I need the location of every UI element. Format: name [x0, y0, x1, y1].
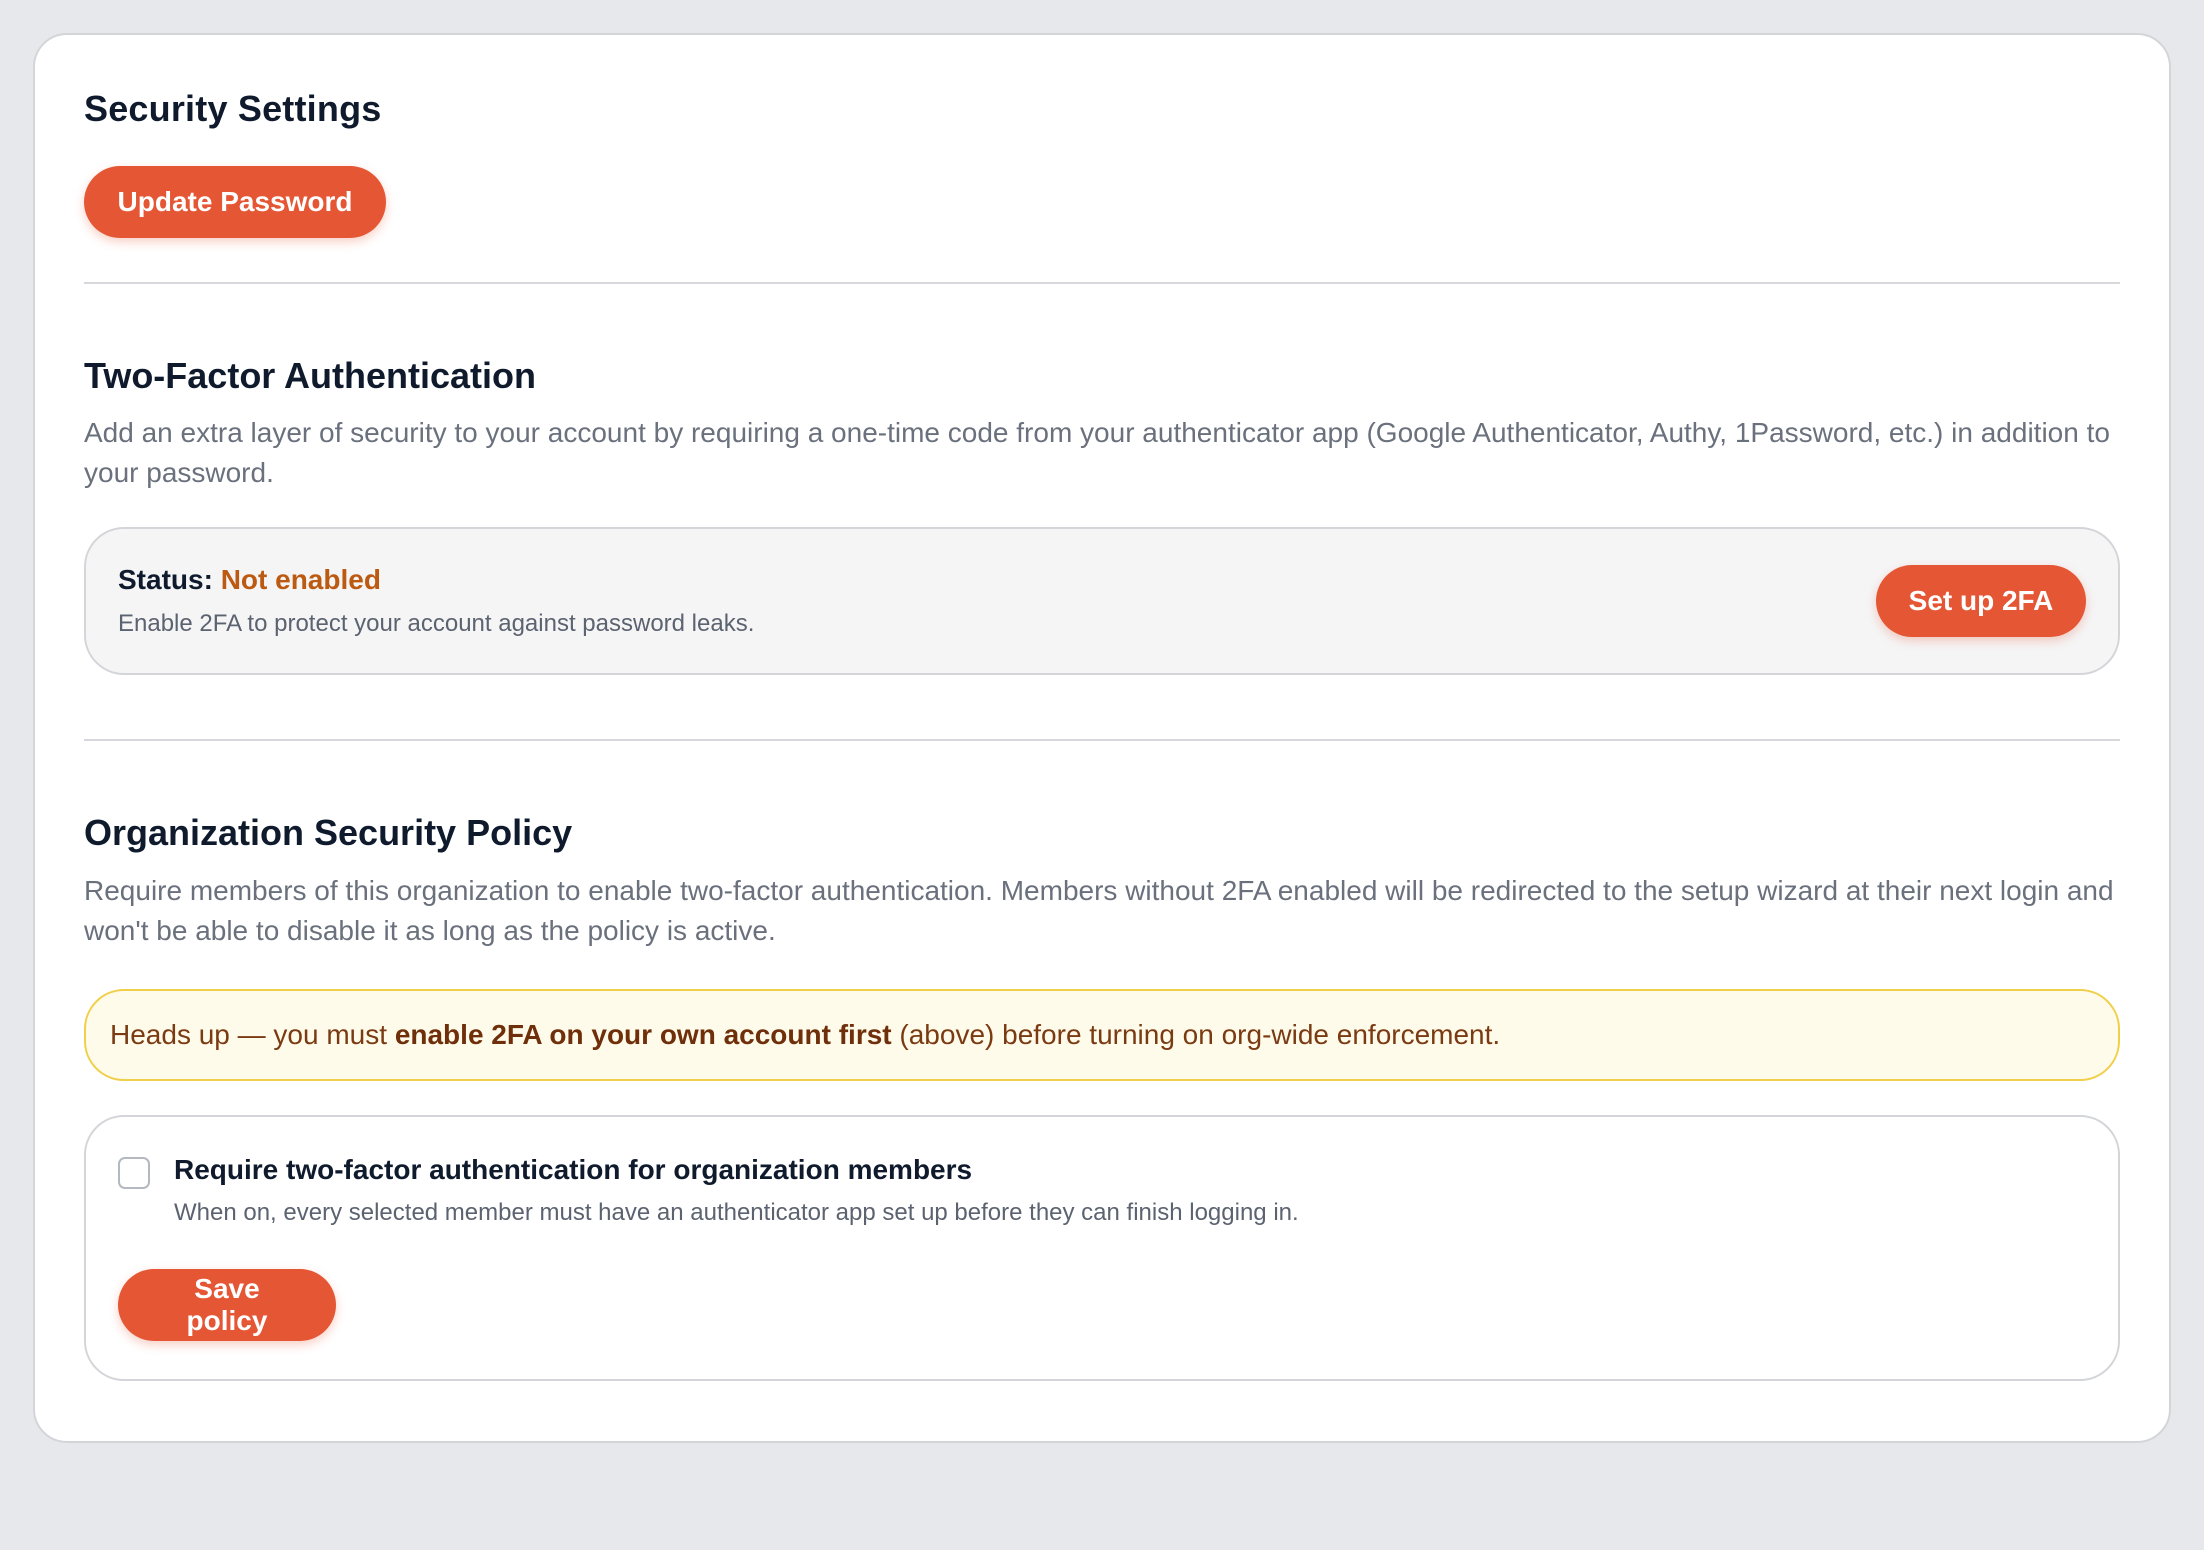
page-title: Security Settings: [84, 88, 382, 129]
require-2fa-hint: When on, every selected member must have…: [174, 1198, 1299, 1226]
status-hint: Enable 2FA to protect your account again…: [118, 610, 755, 638]
security-settings-card: Security Settings Update Password Two-Fa…: [33, 33, 2171, 1443]
setup-2fa-button[interactable]: Set up 2FA: [1876, 565, 2086, 638]
alert-emphasis: enable 2FA on your own account first: [394, 1018, 892, 1050]
require-2fa-checkbox[interactable]: [118, 1156, 150, 1189]
alert-suffix: (above) before turning on org-wide enfor…: [891, 1018, 1501, 1050]
two-factor-description: Add an extra layer of security to your a…: [84, 417, 2110, 489]
org-policy-title: Organization Security Policy: [84, 812, 573, 854]
update-password-button[interactable]: Update Password: [84, 166, 386, 239]
two-factor-title: Two-Factor Authentication: [84, 355, 536, 397]
require-2fa-row: Require two-factor authentication for or…: [118, 1151, 2086, 1227]
require-2fa-label[interactable]: Require two-factor authentication for or…: [174, 1151, 1299, 1189]
status-line: Status: Not enabled: [118, 564, 754, 596]
status-label: Status:: [118, 564, 213, 596]
save-policy-button[interactable]: Save policy: [118, 1268, 336, 1341]
section-divider: [84, 739, 2120, 742]
section-divider: [84, 282, 2120, 285]
alert-prefix: Heads up — you must: [110, 1018, 395, 1050]
policy-panel: Require two-factor authentication for or…: [84, 1114, 2120, 1381]
status-badge: Not enabled: [220, 564, 381, 596]
two-factor-status-panel: Status: Not enabled Enable 2FA to protec…: [84, 527, 2120, 676]
warning-alert: Heads up — you must enable 2FA on your o…: [84, 988, 2120, 1081]
org-policy-description: Require members of this organization to …: [84, 874, 2114, 946]
